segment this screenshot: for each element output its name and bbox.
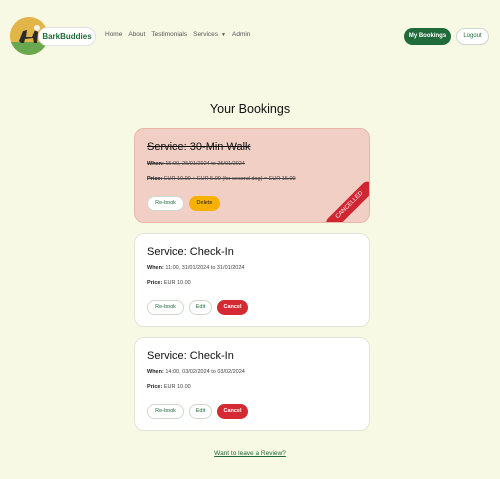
when-value: 11:00, 31/01/2024 to 31/01/2024	[165, 265, 245, 271]
cancel-button[interactable]: Cancel	[217, 300, 248, 315]
nav-services-dropdown[interactable]: Services ▼	[193, 31, 226, 38]
when-value: 14:00, 03/02/2024 to 03/02/2024	[165, 369, 245, 375]
booking-card: Service: Check-In When: 14:00, 03/02/202…	[134, 337, 370, 431]
cancelled-badge: CANCELLED	[323, 178, 369, 222]
booking-when: When: 11:00, 31/01/2024 to 31/01/2024	[147, 265, 244, 271]
price-value: EUR 10.00 + EUR 5.00 (for second dog) = …	[163, 176, 296, 182]
navbar: BarkBuddies Home About Testimonials Serv…	[0, 0, 500, 70]
booking-price: Price: EUR 10.00	[147, 280, 191, 286]
nav-admin[interactable]: Admin	[232, 31, 250, 38]
price-value: EUR 10.00	[163, 280, 191, 286]
booking-card: Service: Check-In When: 11:00, 31/01/202…	[134, 233, 370, 327]
logout-button[interactable]: Logout	[456, 28, 489, 45]
booking-price: Price: EUR 10.00	[147, 384, 191, 390]
delete-button[interactable]: Delete	[189, 196, 220, 211]
edit-button[interactable]: Edit	[189, 300, 212, 315]
booking-title: Service: Check-In	[147, 246, 234, 258]
price-label: Price:	[147, 176, 163, 182]
edit-button[interactable]: Edit	[189, 404, 212, 419]
when-label: When:	[147, 265, 164, 271]
price-label: Price:	[147, 280, 163, 286]
brand-name[interactable]: BarkBuddies	[38, 27, 96, 46]
booking-actions: Re-book Edit Cancel	[147, 404, 248, 419]
nav-links: Home About Testimonials Services ▼ Admin	[105, 31, 250, 38]
booking-when: When: 15:00, 25/01/2024 to 25/01/2024	[147, 161, 245, 167]
price-label: Price:	[147, 384, 163, 390]
rebook-button[interactable]: Re-book	[147, 196, 184, 211]
leave-review-link[interactable]: Want to leave a Review?	[0, 450, 500, 457]
booking-title: Service: 30-Min Walk	[147, 141, 251, 153]
nav-home[interactable]: Home	[105, 31, 122, 38]
price-value: EUR 10.00	[163, 384, 191, 390]
booking-actions: Re-book Delete	[147, 196, 220, 211]
page-title: Your Bookings	[209, 102, 291, 116]
chevron-down-icon: ▼	[221, 31, 226, 38]
my-bookings-button[interactable]: My Bookings	[404, 28, 451, 45]
booking-title: Service: Check-In	[147, 350, 234, 362]
rebook-button[interactable]: Re-book	[147, 300, 184, 315]
nav-about[interactable]: About	[128, 31, 145, 38]
when-label: When:	[147, 369, 164, 375]
nav-testimonials[interactable]: Testimonials	[151, 31, 187, 38]
cancel-button[interactable]: Cancel	[217, 404, 248, 419]
when-value: 15:00, 25/01/2024 to 25/01/2024	[165, 161, 245, 167]
booking-card: Service: 30-Min Walk When: 15:00, 25/01/…	[134, 128, 370, 223]
booking-actions: Re-book Edit Cancel	[147, 300, 248, 315]
nav-services-label: Services	[193, 31, 219, 38]
booking-when: When: 14:00, 03/02/2024 to 03/02/2024	[147, 369, 245, 375]
when-label: When:	[147, 161, 164, 167]
rebook-button[interactable]: Re-book	[147, 404, 184, 419]
booking-price: Price: EUR 10.00 + EUR 5.00 (for second …	[147, 176, 296, 182]
